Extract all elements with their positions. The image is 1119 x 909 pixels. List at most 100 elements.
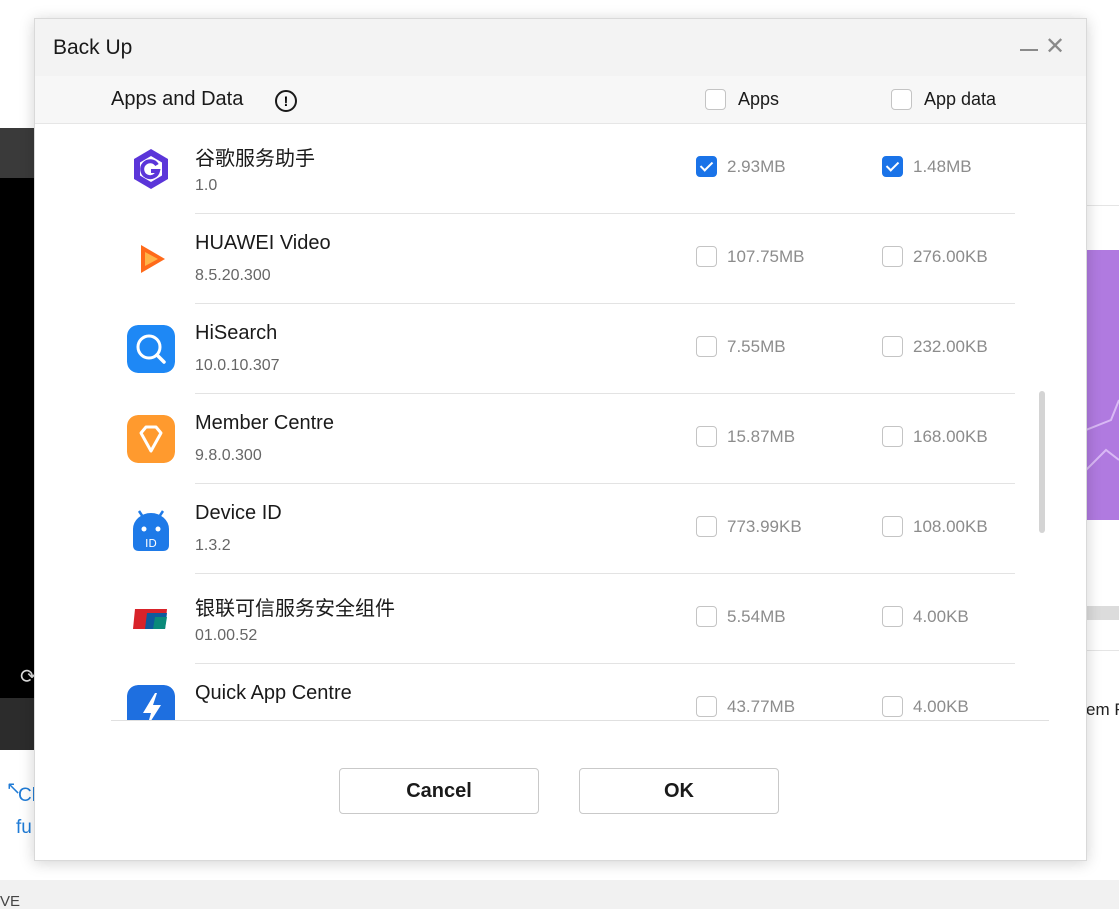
checkbox-unchecked[interactable] (696, 426, 717, 447)
app-size: 7.55MB (727, 336, 786, 356)
app-size: 5.54MB (727, 606, 786, 626)
close-icon[interactable]: ✕ (1045, 35, 1065, 59)
arrow-icon: ↖ (6, 778, 22, 798)
checkbox-unchecked[interactable] (882, 696, 903, 717)
background-video-toolbar (0, 128, 34, 178)
app-size: 15.87MB (727, 426, 796, 446)
background-link-text: ↖ Cl fu (6, 778, 36, 844)
checkbox-unchecked[interactable] (696, 516, 717, 537)
app-version: 01.00.52 (195, 627, 258, 644)
app-data-size: 168.00KB (913, 426, 988, 446)
huawei-video-icon (127, 235, 175, 283)
app-version: 8.5.20.300 (195, 267, 271, 284)
app-data-checkbox[interactable]: 1.48MB (882, 156, 972, 177)
background-divider-2 (1086, 650, 1119, 651)
checkbox-checked[interactable] (696, 156, 717, 177)
google-services-icon (127, 145, 175, 193)
app-row[interactable]: 银联可信服务安全组件 01.00.52 5.54MB 4.00KB (35, 574, 1086, 664)
ok-button[interactable]: OK (579, 768, 779, 814)
hisearch-icon (127, 325, 175, 373)
app-data-size: 4.00KB (913, 606, 969, 626)
app-name: HUAWEI Video (195, 232, 331, 254)
app-list[interactable]: 谷歌服务助手 1.0 2.93MB 1.48MB HUAWEI Video 8.… (35, 124, 1086, 721)
app-data-checkbox[interactable]: 276.00KB (882, 246, 988, 267)
app-row[interactable]: ID Device ID 1.3.2 773.99KB 108.00KB (35, 484, 1086, 574)
app-checkbox[interactable]: 773.99KB (696, 516, 802, 537)
select-all-apps-checkbox[interactable]: Apps (705, 89, 779, 110)
app-name: Quick App Centre (195, 682, 352, 704)
dialog-titlebar: Back Up ✕ (35, 19, 1086, 76)
app-checkbox[interactable]: 7.55MB (696, 336, 786, 357)
app-data-checkbox[interactable]: 4.00KB (882, 606, 969, 627)
app-size: 43.77MB (727, 696, 796, 716)
background-link-line2: fu (16, 817, 32, 838)
list-bottom-divider (111, 720, 1049, 721)
app-data-size: 276.00KB (913, 246, 988, 266)
app-size: 2.93MB (727, 156, 786, 176)
app-version: 1.3.2 (195, 537, 231, 554)
column-label-apps: Apps (738, 89, 780, 109)
checkbox-unchecked[interactable] (696, 696, 717, 717)
app-row[interactable]: Member Centre 9.8.0.300 15.87MB 168.00KB (35, 394, 1086, 484)
cancel-button[interactable]: Cancel (339, 768, 539, 814)
app-size: 773.99KB (727, 516, 802, 536)
app-checkbox[interactable]: 107.75MB (696, 246, 805, 267)
checkbox-checked[interactable] (882, 156, 903, 177)
app-checkbox[interactable]: 43.77MB (696, 696, 795, 717)
checkbox-unchecked[interactable] (696, 336, 717, 357)
app-row[interactable]: Quick App Centre 43.77MB 4.00KB (35, 664, 1086, 721)
checkbox-unchecked[interactable] (696, 606, 717, 627)
app-row[interactable]: 谷歌服务助手 1.0 2.93MB 1.48MB (35, 124, 1086, 214)
minimize-icon[interactable] (1020, 49, 1038, 51)
section-title: Apps and Data (111, 88, 244, 110)
app-name: 谷歌服务助手 (195, 148, 315, 170)
info-icon[interactable]: ! (275, 90, 297, 112)
app-size: 107.75MB (727, 246, 805, 266)
app-version: 9.8.0.300 (195, 447, 262, 464)
app-row[interactable]: HiSearch 10.0.10.307 7.55MB 232.00KB (35, 304, 1086, 394)
app-name: Member Centre (195, 412, 334, 434)
dialog-title: Back Up (53, 36, 133, 59)
checkbox-unchecked[interactable] (882, 246, 903, 267)
svg-text:ID: ID (145, 537, 157, 550)
checkbox-unchecked[interactable] (696, 246, 717, 267)
background-status-text: VE (0, 893, 21, 909)
background-divider (1086, 205, 1119, 206)
device-id-icon: ID (127, 505, 175, 553)
app-data-size: 108.00KB (913, 516, 988, 536)
unionpay-icon (127, 595, 175, 643)
app-data-checkbox[interactable]: 108.00KB (882, 516, 988, 537)
member-centre-icon (127, 415, 175, 463)
background-progress-bar (1086, 606, 1119, 620)
app-data-checkbox[interactable]: 168.00KB (882, 426, 988, 447)
column-label-app-data: App data (924, 89, 997, 109)
app-data-size: 4.00KB (913, 696, 969, 716)
background-chart-lines (1085, 399, 1119, 471)
app-row[interactable]: HUAWEI Video 8.5.20.300 107.75MB 276.00K… (35, 214, 1086, 304)
checkbox-box[interactable] (891, 89, 912, 110)
app-version: 1.0 (195, 177, 218, 194)
app-version: 10.0.10.307 (195, 357, 280, 374)
list-scrollbar[interactable] (1039, 391, 1045, 533)
background-label: em R (1086, 700, 1119, 719)
background-chart-panel (1085, 250, 1119, 520)
app-name: 银联可信服务安全组件 (195, 598, 395, 620)
app-checkbox[interactable]: 5.54MB (696, 606, 786, 627)
quick-app-centre-icon (127, 685, 175, 721)
app-data-checkbox[interactable]: 232.00KB (882, 336, 988, 357)
background-status-strip (0, 880, 1119, 909)
app-data-size: 1.48MB (913, 156, 972, 176)
checkbox-unchecked[interactable] (882, 606, 903, 627)
checkbox-unchecked[interactable] (882, 426, 903, 447)
list-header: Apps and Data ! Apps App data (35, 76, 1086, 124)
checkbox-unchecked[interactable] (882, 336, 903, 357)
app-data-checkbox[interactable]: 4.00KB (882, 696, 969, 717)
checkbox-box[interactable] (705, 89, 726, 110)
background-video-footer (0, 698, 34, 750)
app-checkbox[interactable]: 2.93MB (696, 156, 786, 177)
checkbox-unchecked[interactable] (882, 516, 903, 537)
backup-dialog: Back Up ✕ Apps and Data ! Apps App data … (34, 18, 1087, 861)
select-all-app-data-checkbox[interactable]: App data (891, 89, 996, 110)
app-checkbox[interactable]: 15.87MB (696, 426, 795, 447)
background-video-panel (0, 128, 34, 750)
